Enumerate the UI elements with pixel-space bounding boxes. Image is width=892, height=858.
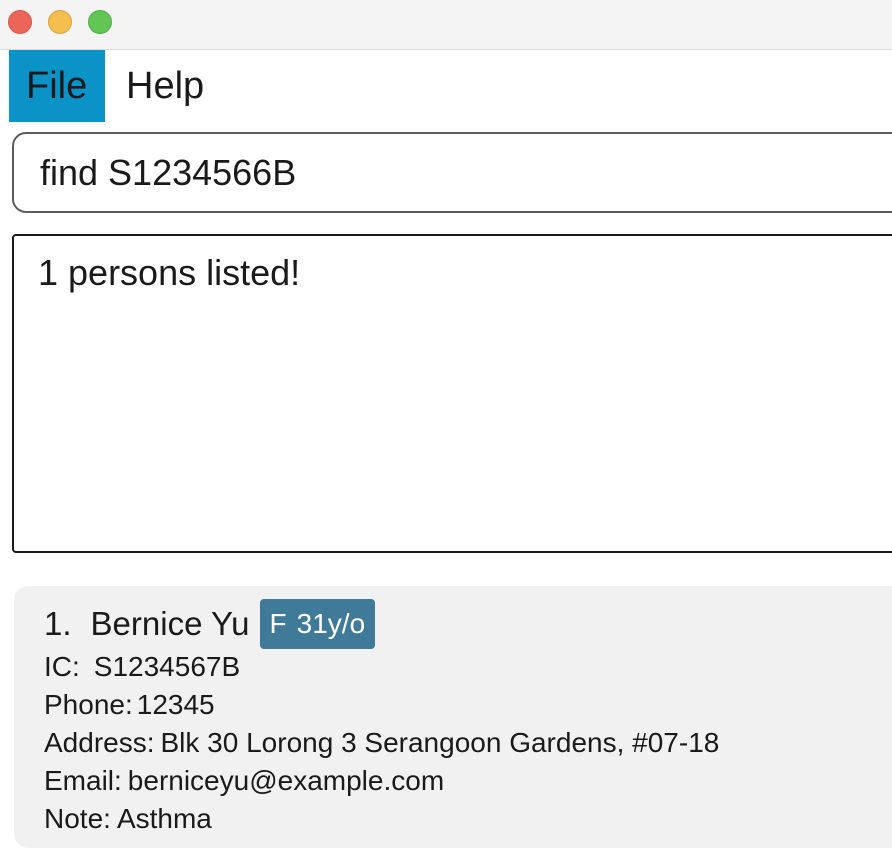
email-field: Email: berniceyu@example.com — [44, 765, 444, 797]
person-name: Bernice Yu — [90, 605, 250, 642]
email-label: Email: — [44, 765, 122, 796]
menu-bar: File Help — [0, 50, 892, 122]
note-label: Note: — [44, 803, 111, 834]
command-input[interactable] — [40, 150, 880, 196]
address-value: Blk 30 Lorong 3 Serangoon Gardens, #07-1… — [160, 727, 720, 758]
ic-value: S1234567B — [93, 651, 241, 682]
person-card[interactable]: 1. Bernice Yu F 31y/o IC: S1234567B Phone:… — [14, 586, 892, 848]
person-card-header: 1. Bernice Yu F 31y/o — [44, 599, 376, 649]
menu-file[interactable]: File — [9, 50, 105, 122]
ic-field: IC: S1234567B — [44, 651, 240, 683]
command-box[interactable] — [12, 132, 892, 213]
phone-value: 12345 — [136, 689, 215, 720]
email-value: berniceyu@example.com — [127, 765, 445, 796]
menu-help[interactable]: Help — [126, 50, 204, 122]
sex-value: F — [269, 608, 287, 639]
person-index: 1. — [44, 605, 72, 642]
address-label: Address: — [44, 727, 155, 758]
phone-label: Phone: — [44, 689, 133, 720]
window-titlebar — [0, 0, 892, 50]
note-field: Note: Asthma — [44, 803, 212, 835]
phone-field: Phone: 12345 — [44, 689, 215, 721]
result-display[interactable]: 1 persons listed! — [12, 234, 892, 553]
age-value: 31y/o — [296, 608, 366, 639]
sex-age-tag: F 31y/o — [259, 599, 376, 649]
close-window-button[interactable] — [8, 10, 32, 34]
note-value: Asthma — [116, 803, 212, 834]
address-field: Address: Blk 30 Lorong 3 Serangoon Garden… — [44, 727, 719, 759]
maximize-window-button[interactable] — [88, 10, 112, 34]
result-message: 1 persons listed! — [38, 252, 301, 293]
minimize-window-button[interactable] — [48, 10, 72, 34]
ic-label: IC: — [44, 651, 80, 682]
